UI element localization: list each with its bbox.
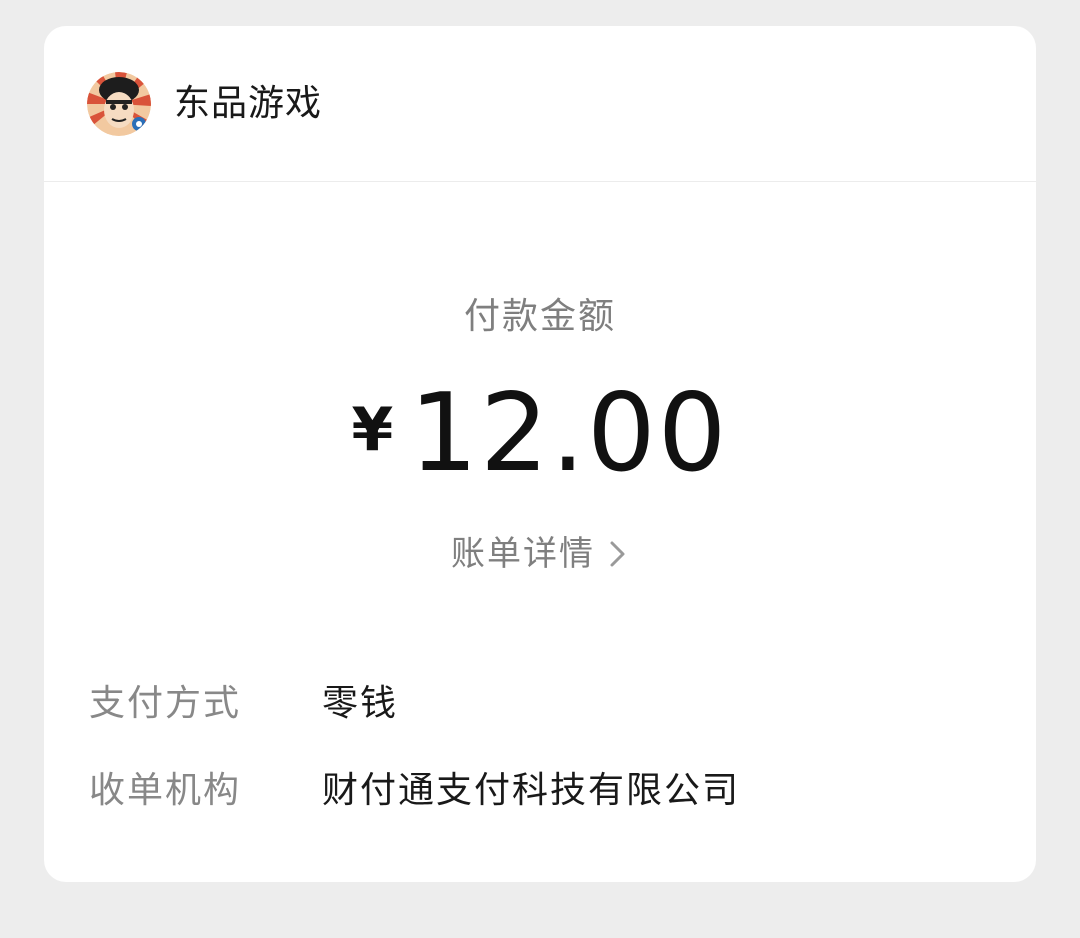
payment-method-label: 支付方式 bbox=[89, 683, 242, 724]
payment-card: 东品游戏 付款金额 ¥ 12.00 账单详情 支付方式 零钱 收单机构 财付通支… bbox=[44, 26, 1036, 882]
acquirer-value: 财付通支付科技有限公司 bbox=[322, 770, 741, 811]
cartoon-avatar-icon bbox=[87, 72, 151, 136]
acquirer-row: 收单机构 财付通支付科技有限公司 bbox=[89, 768, 740, 814]
currency-symbol: ¥ bbox=[351, 395, 394, 465]
amount-label: 付款金额 bbox=[463, 296, 616, 337]
merchant-header: 东品游戏 bbox=[44, 26, 1036, 182]
payment-method-value: 零钱 bbox=[322, 683, 399, 724]
merchant-name: 东品游戏 bbox=[174, 83, 323, 124]
amount-display: ¥ 12.00 bbox=[44, 378, 1036, 488]
acquirer-label: 收单机构 bbox=[89, 770, 242, 811]
chevron-right-icon bbox=[607, 539, 629, 569]
payment-method-row: 支付方式 零钱 bbox=[89, 681, 398, 727]
merchant-avatar[interactable] bbox=[87, 72, 151, 136]
bill-detail-label: 账单详情 bbox=[451, 534, 595, 574]
bill-detail-link[interactable]: 账单详情 bbox=[44, 531, 1036, 577]
amount-value: 12.00 bbox=[409, 371, 729, 496]
